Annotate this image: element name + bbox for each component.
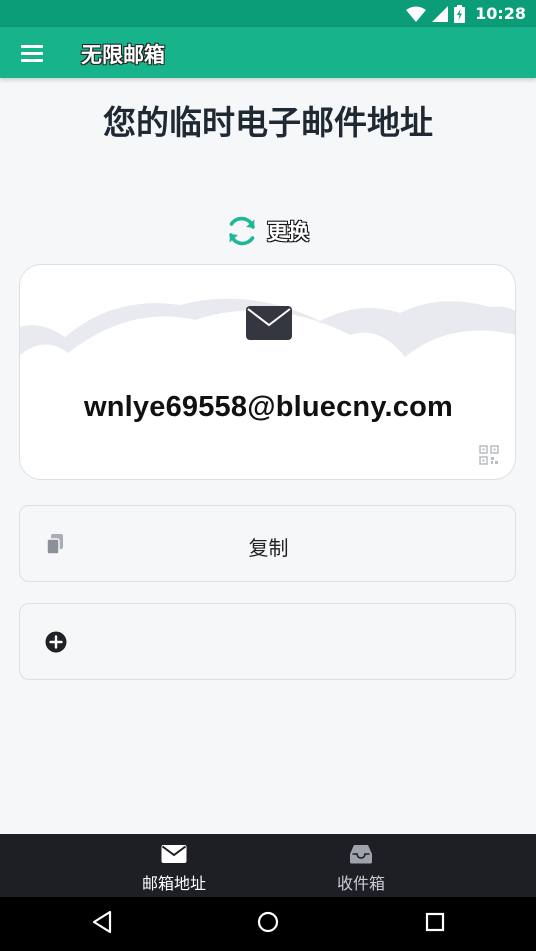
envelope-icon <box>246 306 292 340</box>
copy-button[interactable]: 复制 <box>19 505 516 582</box>
add-email-button[interactable] <box>19 603 516 680</box>
qr-code-icon[interactable] <box>479 445 499 465</box>
refresh-label: 更换 <box>267 220 309 244</box>
refresh-button[interactable]: 更换 <box>225 213 309 249</box>
nav-label: 收件箱 <box>336 874 385 893</box>
plus-circle-icon <box>45 631 67 653</box>
menu-icon-line <box>21 59 43 62</box>
nav-label: 邮箱地址 <box>141 874 206 893</box>
cellular-signal-icon <box>432 5 449 22</box>
inbox-icon <box>350 845 372 864</box>
envelope-icon <box>161 845 187 863</box>
battery-icon <box>454 4 466 23</box>
email-address-card: wnlye69558@bluecny.com <box>19 264 516 480</box>
status-time: 10:28 <box>475 4 526 23</box>
cloud-background <box>20 298 515 479</box>
status-icons: 10:28 <box>406 3 526 24</box>
menu-icon-line <box>21 52 43 55</box>
menu-icon-line <box>21 45 43 48</box>
home-icon[interactable] <box>256 909 280 935</box>
copy-label: 复制 <box>248 536 289 560</box>
app-bar: 无限邮箱 <box>0 27 536 78</box>
refresh-icon <box>229 216 255 246</box>
nav-item-mailbox-address[interactable]: 邮箱地址 <box>74 834 274 897</box>
app-title: 无限邮箱 <box>81 43 165 67</box>
menu-button[interactable] <box>14 39 50 67</box>
email-address: wnlye69558@bluecny.com <box>83 391 454 423</box>
system-nav-bar <box>0 897 536 951</box>
nav-item-inbox[interactable]: 收件箱 <box>261 834 461 897</box>
bottom-nav: 邮箱地址 收件箱 <box>0 834 536 897</box>
status-bar: 10:28 <box>0 0 536 27</box>
page-title: 您的临时电子邮件地址 <box>103 103 433 142</box>
recent-apps-icon[interactable] <box>423 909 447 935</box>
wifi-icon <box>406 6 427 22</box>
back-icon[interactable] <box>90 909 114 935</box>
